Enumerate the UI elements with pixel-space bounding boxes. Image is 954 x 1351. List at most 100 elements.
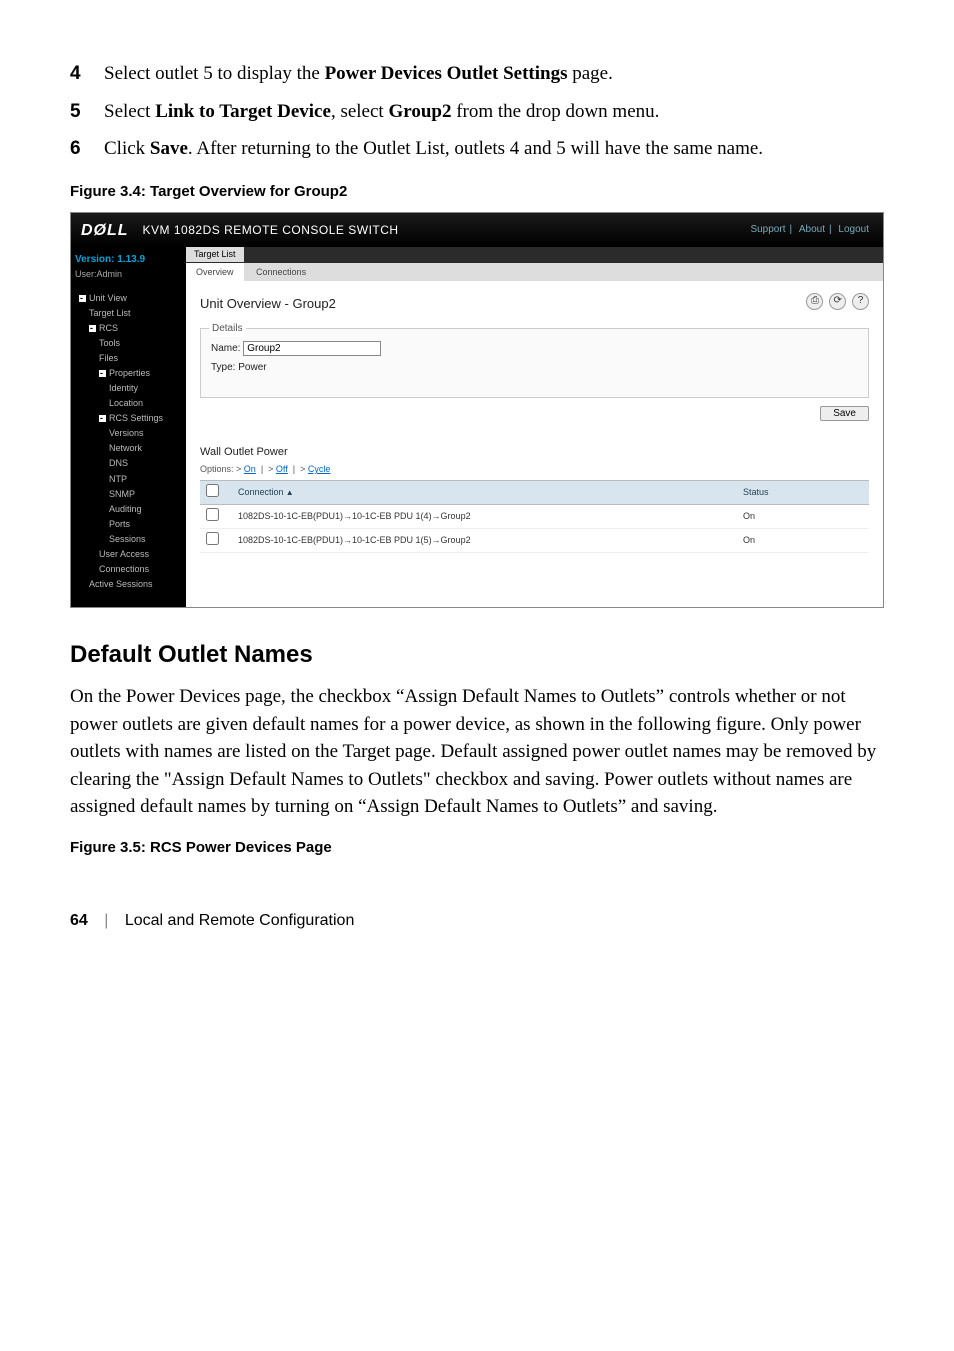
- type-label: Type:: [211, 362, 235, 373]
- print-icon[interactable]: ⎙: [806, 293, 823, 310]
- tree-item-versions[interactable]: Versions: [75, 426, 182, 441]
- dell-logo: DØLL: [81, 219, 129, 242]
- step-text: Select outlet 5 to display the Power Dev…: [104, 60, 884, 88]
- tree-label: Identity: [109, 383, 138, 393]
- table-row: 1082DS-10-1C-EB(PDU1)→10-1C-EB PDU 1(4)→…: [200, 505, 869, 529]
- version-label: Version: 1.13.9: [75, 254, 145, 265]
- tree-label: Active Sessions: [89, 579, 153, 589]
- tree-label: Auditing: [109, 504, 142, 514]
- connection-cell: 1082DS-10-1C-EB(PDU1)→10-1C-EB PDU 1(4)→…: [232, 505, 737, 529]
- wall-outlet-label: Wall Outlet Power: [200, 445, 869, 461]
- subtab-connections[interactable]: Connections: [246, 263, 316, 282]
- tree-item-tools[interactable]: Tools: [75, 336, 182, 351]
- tree-label: RCS Settings: [109, 413, 163, 423]
- tree-label: Target List: [89, 308, 131, 318]
- select-all-checkbox[interactable]: [206, 484, 219, 497]
- section-heading: Default Outlet Names: [70, 638, 884, 673]
- tree-label: Files: [99, 353, 118, 363]
- tree-item-ports[interactable]: Ports: [75, 517, 182, 532]
- col-connection[interactable]: Connection: [232, 481, 737, 505]
- collapse-icon[interactable]: [99, 370, 106, 377]
- tree-item-unit-view[interactable]: Unit View: [75, 291, 182, 306]
- opt-cycle[interactable]: Cycle: [308, 464, 331, 474]
- header-links: Support| About| Logout: [746, 223, 873, 238]
- user-label: User:Admin: [75, 268, 182, 281]
- tree-item-network[interactable]: Network: [75, 441, 182, 456]
- tree-item-target-list[interactable]: Target List: [75, 306, 182, 321]
- opt-on[interactable]: On: [244, 464, 256, 474]
- type-value: Power: [238, 362, 266, 373]
- app-header: DØLL KVM 1082DS REMOTE CONSOLE SWITCH Su…: [71, 213, 883, 247]
- tree-item-snmp[interactable]: SNMP: [75, 487, 182, 502]
- tab-target-list[interactable]: Target List: [186, 247, 244, 262]
- help-icon[interactable]: ?: [852, 293, 869, 310]
- tree-item-location[interactable]: Location: [75, 396, 182, 411]
- figure-caption-1: Figure 3.4: Target Overview for Group2: [70, 181, 884, 203]
- collapse-icon[interactable]: [79, 295, 86, 302]
- details-legend: Details: [209, 322, 246, 337]
- step-number: 4: [70, 60, 104, 88]
- tree-label: Tools: [99, 338, 120, 348]
- tree-item-sessions[interactable]: Sessions: [75, 532, 182, 547]
- tree-item-auditing[interactable]: Auditing: [75, 502, 182, 517]
- footer-separator: |: [104, 912, 108, 929]
- sub-tabs: Overview Connections: [186, 263, 883, 281]
- tree-label: Connections: [99, 564, 149, 574]
- col-status[interactable]: Status: [737, 481, 869, 505]
- tree-label: Location: [109, 398, 143, 408]
- tree-label: DNS: [109, 458, 128, 468]
- screenshot-target-overview: DØLL KVM 1082DS REMOTE CONSOLE SWITCH Su…: [70, 212, 884, 608]
- collapse-icon[interactable]: [99, 415, 106, 422]
- support-link[interactable]: Support: [750, 224, 785, 235]
- name-label: Name:: [211, 343, 240, 354]
- main-panel: Target List Overview Connections ⎙ ⟳ ? U…: [186, 247, 883, 607]
- page-footer: 64 | Local and Remote Configuration: [70, 909, 884, 932]
- subtab-overview[interactable]: Overview: [186, 263, 244, 282]
- tree-item-rcs-settings[interactable]: RCS Settings: [75, 411, 182, 426]
- tree-label: Properties: [109, 368, 150, 378]
- table-row: 1082DS-10-1C-EB(PDU1)→10-1C-EB PDU 1(5)→…: [200, 529, 869, 553]
- step-4: 4 Select outlet 5 to display the Power D…: [70, 60, 884, 88]
- connection-cell: 1082DS-10-1C-EB(PDU1)→10-1C-EB PDU 1(5)→…: [232, 529, 737, 553]
- tree-item-connections[interactable]: Connections: [75, 562, 182, 577]
- collapse-icon[interactable]: [89, 325, 96, 332]
- opt-off[interactable]: Off: [276, 464, 288, 474]
- step-text: Click Save. After returning to the Outle…: [104, 135, 884, 163]
- row-checkbox[interactable]: [206, 532, 219, 545]
- sidebar: Version: 1.13.9 User:Admin Unit View Targ…: [71, 247, 186, 607]
- step-number: 5: [70, 98, 104, 126]
- tree-item-identity[interactable]: Identity: [75, 381, 182, 396]
- tree-label: RCS: [99, 323, 118, 333]
- tree-label: SNMP: [109, 489, 135, 499]
- details-box: Details Name: Type: Power: [200, 328, 869, 398]
- about-link[interactable]: About: [799, 224, 825, 235]
- step-5: 5 Select Link to Target Device, select G…: [70, 98, 884, 126]
- step-6: 6 Click Save. After returning to the Out…: [70, 135, 884, 163]
- tree-label: Ports: [109, 519, 130, 529]
- tree-label: Unit View: [89, 293, 127, 303]
- status-cell: On: [737, 529, 869, 553]
- name-input[interactable]: [243, 341, 381, 356]
- step-number: 6: [70, 135, 104, 163]
- tree-item-dns[interactable]: DNS: [75, 456, 182, 471]
- tree-item-ntp[interactable]: NTP: [75, 472, 182, 487]
- tree-item-files[interactable]: Files: [75, 351, 182, 366]
- tree-label: User Access: [99, 549, 149, 559]
- tree-item-properties[interactable]: Properties: [75, 366, 182, 381]
- save-button[interactable]: Save: [820, 406, 869, 421]
- tab-bar: Target List: [186, 247, 883, 263]
- tree-item-active-sessions[interactable]: Active Sessions: [75, 577, 182, 592]
- logout-link[interactable]: Logout: [838, 224, 869, 235]
- tree-item-rcs[interactable]: RCS: [75, 321, 182, 336]
- tree-item-user-access[interactable]: User Access: [75, 547, 182, 562]
- chapter-title: Local and Remote Configuration: [125, 912, 354, 929]
- connection-table: Connection Status 1082DS-10-1C-EB(PDU1)→…: [200, 480, 869, 553]
- status-cell: On: [737, 505, 869, 529]
- tree-label: Versions: [109, 428, 144, 438]
- refresh-icon[interactable]: ⟳: [829, 293, 846, 310]
- row-checkbox[interactable]: [206, 508, 219, 521]
- tree-label: Network: [109, 443, 142, 453]
- tree-label: NTP: [109, 474, 127, 484]
- panel-title: Unit Overview - Group2: [200, 295, 869, 314]
- options-line: Options: > On | > Off | > Cycle: [200, 463, 869, 476]
